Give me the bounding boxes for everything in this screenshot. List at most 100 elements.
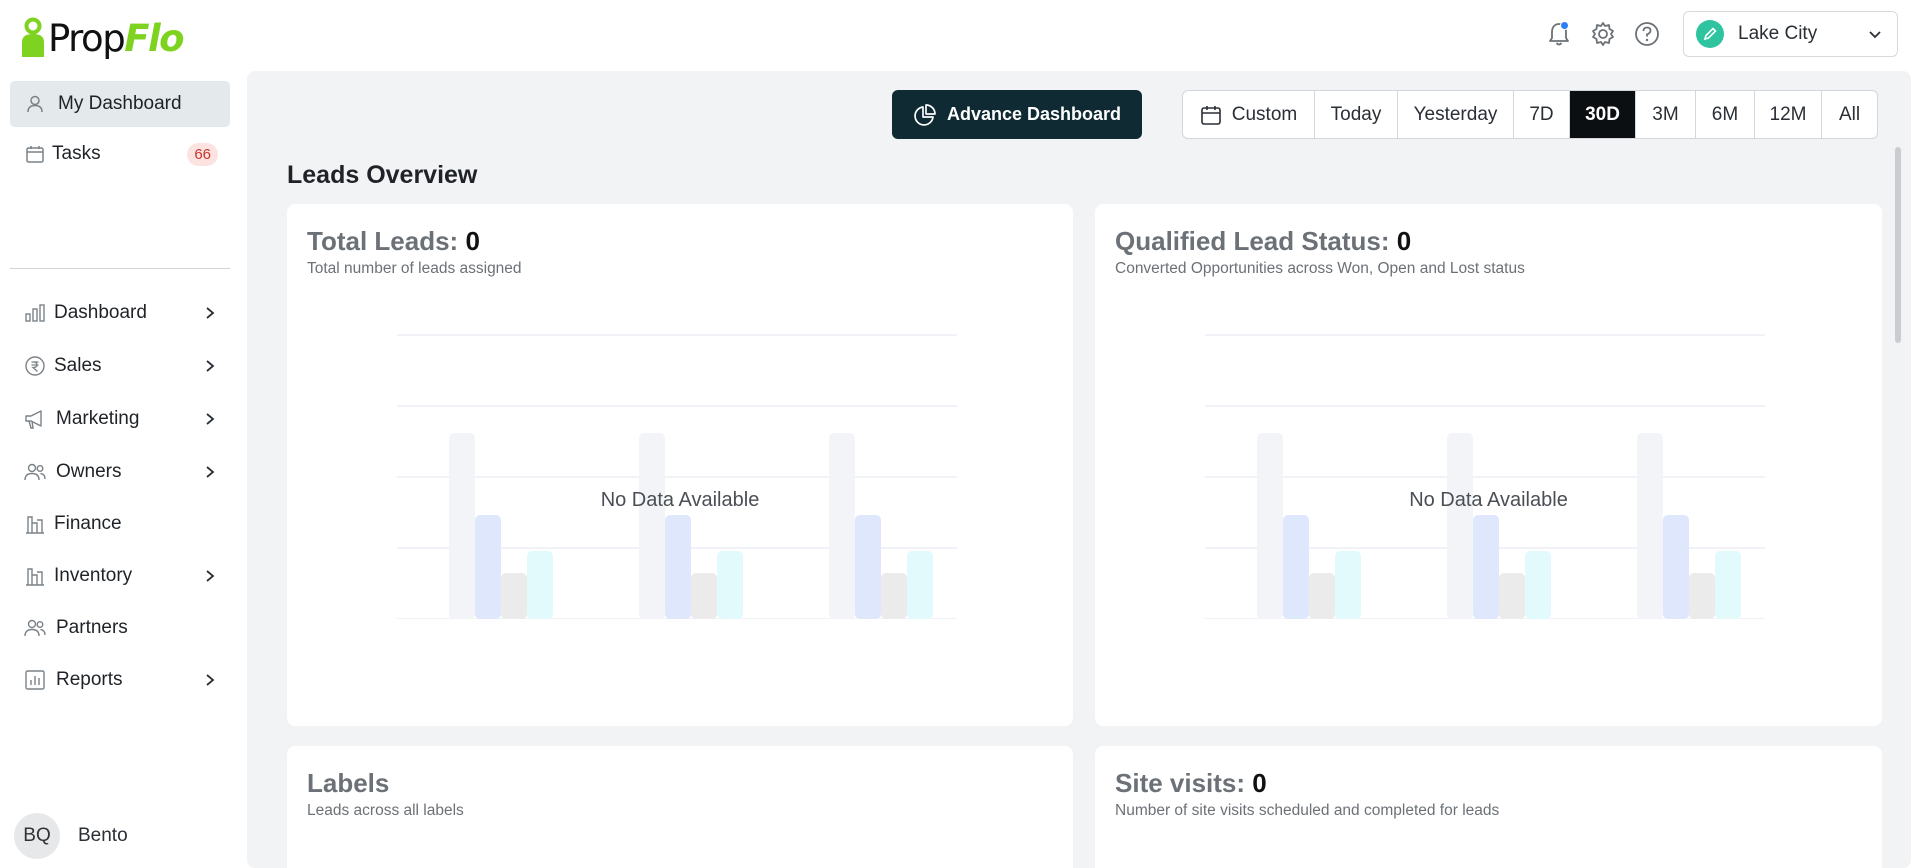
card-title: Qualified Lead Status: 0	[1115, 226, 1411, 257]
range-30d-button[interactable]: 30D	[1570, 91, 1636, 138]
empty-chart-placeholder	[1205, 334, 1765, 619]
sidebar-item-partners[interactable]: Partners	[10, 605, 230, 651]
header-actions: Lake City	[1537, 11, 1898, 57]
building-icon	[22, 511, 48, 537]
range-6m-button[interactable]: 6M	[1696, 91, 1755, 138]
skeleton-bar	[527, 551, 553, 619]
skeleton-bar	[1283, 515, 1309, 619]
sidebar-item-label: Owners	[56, 461, 122, 482]
card-title-text: Site visits:	[1115, 768, 1246, 798]
date-range-selector: Custom Today Yesterday 7D 30D 3M 6M 12M …	[1182, 90, 1878, 139]
sidebar-item-dashboard[interactable]: Dashboard	[10, 290, 230, 336]
gear-icon[interactable]	[1581, 11, 1625, 57]
skeleton-bar	[881, 573, 907, 619]
skeleton-bar	[475, 515, 501, 619]
advance-dashboard-label: Advance Dashboard	[946, 104, 1122, 124]
scrollbar[interactable]	[1895, 147, 1901, 343]
range-label: 30D	[1585, 103, 1620, 125]
help-icon[interactable]	[1625, 11, 1669, 57]
sidebar-item-label: My Dashboard	[58, 93, 182, 114]
city-select[interactable]: Lake City	[1683, 11, 1898, 57]
total-leads-card: Total Leads: 0 Total number of leads ass…	[287, 204, 1073, 726]
skeleton-bar	[855, 515, 881, 619]
user-profile[interactable]: BQ Bento	[14, 813, 128, 859]
app-root: PropFlo Lake City My Dashboard Tasks 66 …	[0, 0, 1920, 868]
range-12m-button[interactable]: 12M	[1755, 91, 1822, 138]
skeleton-bar	[1663, 515, 1689, 619]
labels-card: Labels Leads across all labels	[287, 746, 1073, 868]
city-avatar	[1696, 20, 1724, 48]
sidebar-item-label: Marketing	[56, 408, 140, 429]
user-name: Bento	[78, 825, 128, 846]
sidebar-item-reports[interactable]: Reports	[10, 657, 230, 703]
bar-chart-icon	[22, 300, 48, 326]
sidebar-item-label: Finance	[54, 513, 122, 534]
card-value: 0	[465, 226, 480, 256]
no-data-message: No Data Available	[1409, 489, 1568, 511]
bell-icon[interactable]	[1537, 11, 1581, 57]
range-label: 3M	[1652, 103, 1679, 125]
chevron-right-icon	[202, 568, 218, 584]
skeleton-bar	[501, 573, 527, 619]
skeleton-bar	[1309, 573, 1335, 619]
range-3m-button[interactable]: 3M	[1636, 91, 1696, 138]
sidebar-item-my-dashboard[interactable]: My Dashboard	[10, 81, 230, 127]
sidebar-divider	[10, 268, 230, 269]
range-7d-button[interactable]: 7D	[1514, 91, 1570, 138]
skeleton-bar	[1335, 551, 1361, 619]
skeleton-bar	[1689, 573, 1715, 619]
sidebar-item-inventory[interactable]: Inventory	[10, 553, 230, 599]
building-icon	[22, 563, 48, 589]
skeleton-bar	[1473, 515, 1499, 619]
qualified-lead-status-card: Qualified Lead Status: 0 Converted Oppor…	[1095, 204, 1882, 726]
sidebar-item-owners[interactable]: Owners	[10, 449, 230, 495]
sidebar-item-label: Dashboard	[54, 302, 147, 323]
pencil-icon	[1703, 27, 1717, 41]
range-label: Today	[1330, 103, 1382, 125]
site-visits-card: Site visits: 0 Number of site visits sch…	[1095, 746, 1882, 868]
chevron-right-icon	[202, 464, 218, 480]
sidebar-item-sales[interactable]: Sales	[10, 343, 230, 389]
sidebar-item-tasks[interactable]: Tasks 66	[10, 131, 230, 177]
rupee-icon	[22, 353, 48, 379]
calendar-icon	[1200, 105, 1221, 125]
card-title-text: Labels	[307, 768, 390, 798]
range-label: All	[1838, 103, 1861, 125]
range-custom-button[interactable]: Custom	[1183, 91, 1315, 138]
skeleton-bar	[1525, 551, 1551, 619]
sidebar-item-label: Inventory	[54, 565, 133, 586]
empty-chart-placeholder	[397, 334, 957, 619]
range-all-button[interactable]: All	[1822, 91, 1877, 138]
skeleton-bar	[691, 573, 717, 619]
card-subtitle: Converted Opportunities across Won, Open…	[1115, 260, 1525, 277]
sidebar-item-label: Reports	[56, 669, 123, 690]
report-icon	[22, 667, 48, 693]
city-label: Lake City	[1738, 23, 1818, 44]
chevron-right-icon	[202, 305, 218, 321]
sidebar-item-finance[interactable]: Finance	[10, 501, 230, 547]
range-label: 12M	[1769, 103, 1807, 125]
skeleton-bar	[1447, 433, 1473, 619]
advance-dashboard-button[interactable]: Advance Dashboard	[892, 90, 1142, 139]
skeleton-bar	[829, 433, 855, 619]
skeleton-bar	[639, 433, 665, 619]
skeleton-bar	[1499, 573, 1525, 619]
card-title-text: Total Leads:	[307, 226, 459, 256]
range-label: 6M	[1711, 103, 1739, 125]
notification-dot	[1560, 21, 1569, 30]
skeleton-bar	[1715, 551, 1741, 619]
sidebar: My Dashboard Tasks 66 Dashboard Sales Ma…	[0, 72, 240, 868]
card-subtitle: Number of site visits scheduled and comp…	[1115, 802, 1500, 819]
sidebar-item-marketing[interactable]: Marketing	[10, 396, 230, 442]
sidebar-item-label: Tasks	[52, 143, 101, 164]
range-today-button[interactable]: Today	[1315, 91, 1398, 138]
skeleton-bar	[1637, 433, 1663, 619]
chevron-down-icon	[1869, 31, 1881, 39]
skeleton-bar	[717, 551, 743, 619]
no-data-message: No Data Available	[600, 489, 760, 511]
propflo-logo[interactable]: PropFlo	[18, 16, 185, 60]
range-yesterday-button[interactable]: Yesterday	[1398, 91, 1514, 138]
sidebar-item-label: Partners	[56, 617, 128, 638]
skeleton-bar	[449, 433, 475, 619]
chevron-right-icon	[202, 358, 218, 374]
